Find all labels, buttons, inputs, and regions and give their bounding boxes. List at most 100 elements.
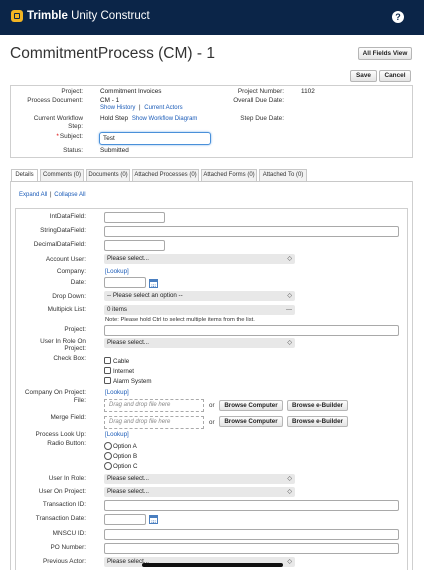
radio-option-c[interactable] xyxy=(104,462,112,470)
radio-option-b[interactable] xyxy=(104,452,112,460)
check-box-label: Check Box: xyxy=(53,355,86,362)
company-on-project-label: Company On Project: xyxy=(24,389,86,396)
project-number-label: Project Number: xyxy=(237,88,284,95)
decimal-data-field-input[interactable] xyxy=(104,240,165,251)
home-indicator xyxy=(142,563,283,567)
required-marker: * xyxy=(56,133,59,140)
link-separator: | xyxy=(139,105,141,111)
current-actors-link[interactable]: Current Actors xyxy=(144,105,182,111)
mnscu-id-input[interactable] xyxy=(104,529,399,540)
radio-button-label: Radio Button: xyxy=(47,440,86,447)
expand-all-link[interactable]: Expand All xyxy=(19,192,47,198)
multipick-dash: --- xyxy=(286,307,292,313)
file-browse-ebuilder-button[interactable]: Browse e-Builder xyxy=(287,400,348,411)
cancel-button[interactable]: Cancel xyxy=(379,70,411,82)
tab-attached-processes[interactable]: Attached Processes (0) xyxy=(132,169,199,181)
process-look-up-link[interactable]: [Lookup] xyxy=(105,431,129,438)
transaction-date-input[interactable] xyxy=(104,514,146,525)
transaction-id-input[interactable] xyxy=(104,500,399,511)
user-on-project-select[interactable]: Please select... ◇ xyxy=(104,487,295,497)
merge-or-text: or xyxy=(209,419,215,426)
step-due-date-label: Step Due Date: xyxy=(240,115,284,122)
multipick-note: Note: Please hold Ctrl to select multipl… xyxy=(105,317,255,323)
checkbox-alarm-system-label: Alarm System xyxy=(113,378,152,385)
radio-option-a-label: Option A xyxy=(113,443,137,450)
process-document-label: Process Document: xyxy=(27,97,83,104)
transaction-date-calendar-icon[interactable] xyxy=(149,515,158,524)
company-on-project-lookup-link[interactable]: [Lookup] xyxy=(105,389,129,396)
file-label: File: xyxy=(73,397,86,404)
expand-separator: | xyxy=(50,192,52,198)
checkbox-cable[interactable] xyxy=(104,357,111,364)
current-workflow-label: Current Workflow xyxy=(33,115,83,122)
checkbox-alarm-system[interactable] xyxy=(104,377,111,384)
tab-comments[interactable]: Comments (0) xyxy=(40,169,84,181)
account-user-label: Account User: xyxy=(45,256,86,263)
company-lookup-link[interactable]: [Lookup] xyxy=(105,268,129,275)
history-links: Show History | Current Actors xyxy=(100,105,183,111)
subject-input[interactable]: Test xyxy=(99,132,211,145)
tab-attached-forms[interactable]: Attached Forms (0) xyxy=(201,169,257,181)
subject-label: *Subject: xyxy=(56,133,83,140)
previous-actor-label: Previous Actor: xyxy=(43,558,86,565)
radio-option-b-label: Option B xyxy=(113,453,138,460)
user-in-role-on-project-select[interactable]: Please select... ◇ xyxy=(104,338,295,348)
po-number-input[interactable] xyxy=(104,543,399,554)
chevron-icon: ◇ xyxy=(287,256,292,262)
help-icon[interactable]: ? xyxy=(392,11,404,23)
user-in-role-select[interactable]: Please select... ◇ xyxy=(104,474,295,484)
status-value: Submitted xyxy=(100,147,129,154)
multipick-list-select[interactable]: 0 items --- xyxy=(104,305,295,315)
overall-due-date-label: Overall Due Date: xyxy=(233,97,284,104)
merge-browse-ebuilder-button[interactable]: Browse e-Builder xyxy=(287,416,348,427)
int-data-field-label: IntDataField: xyxy=(49,213,86,220)
int-data-field-input[interactable] xyxy=(104,212,165,223)
account-user-select[interactable]: Please select... ◇ xyxy=(104,254,295,264)
trimble-logo-icon xyxy=(11,10,23,22)
calendar-icon[interactable] xyxy=(149,279,158,288)
show-history-link[interactable]: Show History xyxy=(100,105,135,111)
file-browse-computer-button[interactable]: Browse Computer xyxy=(219,400,283,411)
radio-option-c-label: Option C xyxy=(113,463,138,470)
checkbox-cable-label: Cable xyxy=(113,358,130,365)
string-data-field-input[interactable] xyxy=(104,226,399,237)
file-or-text: or xyxy=(209,402,215,409)
chevron-icon: ◇ xyxy=(287,476,292,482)
company-label: Company: xyxy=(56,268,86,275)
project-field-input[interactable] xyxy=(104,325,399,336)
drop-down-select[interactable]: -- Please select an option -- ◇ xyxy=(104,291,295,301)
merge-field-label: Merge Field: xyxy=(50,414,86,421)
status-label: Status: xyxy=(63,147,83,154)
page-title: CommitmentProcess (CM) - 1 xyxy=(10,45,215,62)
multipick-list-label: Multipick List: xyxy=(47,306,86,313)
merge-field-drop-zone[interactable]: Drag and drop file here xyxy=(104,416,204,429)
po-number-label: PO Number: xyxy=(50,544,86,551)
checkbox-internet[interactable] xyxy=(104,367,111,374)
chevron-icon: ◇ xyxy=(287,293,292,299)
drop-down-label: Drop Down: xyxy=(52,293,86,300)
save-button[interactable]: Save xyxy=(350,70,377,82)
date-input[interactable] xyxy=(104,277,146,288)
chevron-icon: ◇ xyxy=(287,340,292,346)
project-field-label: Project: xyxy=(64,326,86,333)
project-number-value: 1102 xyxy=(301,88,315,95)
top-bar: Trimble Unity Construct ? xyxy=(0,0,424,35)
tab-documents[interactable]: Documents (0) xyxy=(86,169,130,181)
collapse-all-link[interactable]: Collapse All xyxy=(54,192,85,198)
file-drop-zone[interactable]: Drag and drop file here xyxy=(104,399,204,412)
project-label: Project: xyxy=(61,88,83,95)
expand-collapse-links: Expand All | Collapse All xyxy=(19,192,86,198)
project-value: Commitment Invoices xyxy=(100,88,162,95)
string-data-field-label: StringDataField: xyxy=(40,227,86,234)
mnscu-id-label: MNSCU ID: xyxy=(52,530,86,537)
process-document-value: CM - 1 xyxy=(100,97,120,104)
show-workflow-diagram-link[interactable]: Show Workflow Diagram xyxy=(132,116,198,122)
chevron-icon: ◇ xyxy=(287,559,292,565)
all-fields-view-button[interactable]: All Fields View xyxy=(358,47,412,60)
merge-browse-computer-button[interactable]: Browse Computer xyxy=(219,416,283,427)
radio-option-a[interactable] xyxy=(104,442,112,450)
chevron-icon: ◇ xyxy=(287,489,292,495)
user-on-project-label: User On Project: xyxy=(38,488,86,495)
tab-attached-to[interactable]: Attached To (0) xyxy=(259,169,307,181)
checkbox-internet-label: Internet xyxy=(113,368,134,375)
